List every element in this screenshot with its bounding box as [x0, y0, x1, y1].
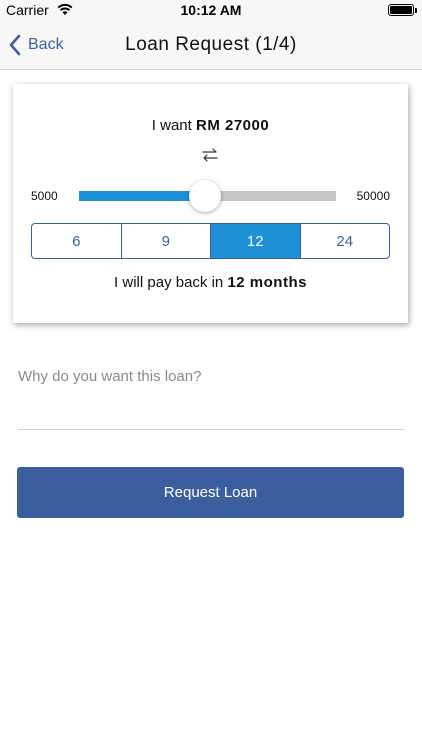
request-loan-button[interactable]: Request Loan [17, 467, 404, 518]
page-title: Loan Request (1/4) [125, 34, 297, 55]
slider-max-label: 50000 [356, 189, 390, 203]
loan-reason-input[interactable] [18, 364, 404, 430]
amount-prefix: I want [151, 117, 196, 134]
payback-value: 12 months [227, 274, 307, 291]
amount-summary: I want RM 27000 [13, 117, 408, 134]
swap-arrows-icon[interactable] [200, 147, 220, 163]
term-option-6[interactable]: 6 [32, 224, 122, 258]
clock: 10:12 AM [180, 2, 242, 18]
term-option-24[interactable]: 24 [301, 224, 390, 258]
status-bar: Carrier 10:12 AM [0, 0, 422, 20]
payback-prefix: I will pay back in [114, 274, 228, 291]
payback-summary: I will pay back in 12 months [13, 274, 408, 291]
term-option-9[interactable]: 9 [122, 224, 211, 258]
amount-slider[interactable] [79, 180, 336, 212]
slider-track-fill [79, 191, 205, 201]
amount-value: RM 27000 [195, 117, 270, 134]
slider-min-label: 5000 [31, 189, 58, 203]
loan-config-card: I want RM 27000 5000 50000 6 9 12 24 I w… [13, 84, 408, 323]
slider-thumb[interactable] [189, 180, 221, 212]
navigation-bar: Back Loan Request (1/4) [0, 20, 422, 70]
term-selector: 6 9 12 24 [31, 223, 390, 259]
battery-icon [388, 4, 417, 16]
term-option-12[interactable]: 12 [211, 224, 301, 258]
